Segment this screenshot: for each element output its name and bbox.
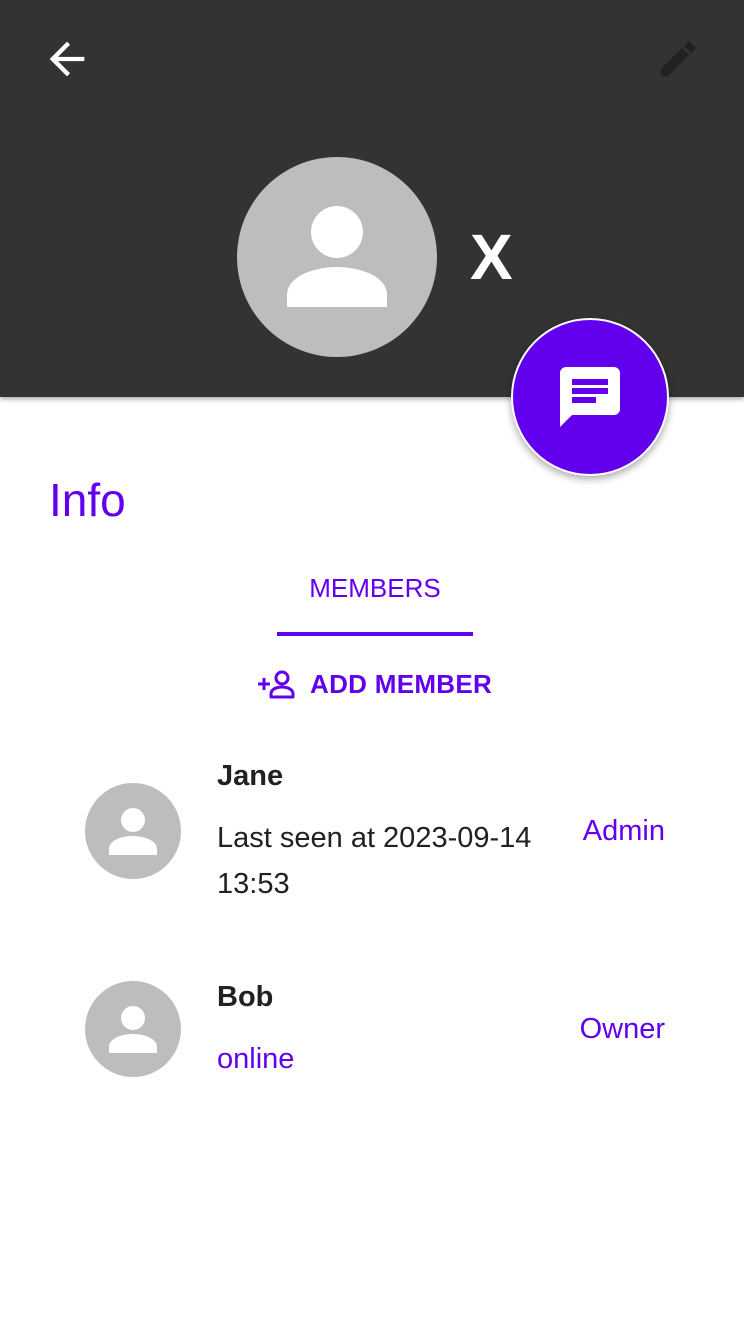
member-role: Admin bbox=[582, 815, 665, 847]
member-status: online bbox=[217, 1043, 295, 1075]
info-title: Info bbox=[49, 474, 126, 526]
add-member-label: ADD MEMBER bbox=[310, 668, 493, 699]
tab-members[interactable]: MEMBERS bbox=[277, 556, 473, 636]
chat-icon bbox=[560, 367, 620, 427]
chat-fab-button[interactable] bbox=[511, 318, 669, 476]
tab-members-label: MEMBERS bbox=[309, 573, 441, 603]
member-avatar bbox=[85, 783, 181, 879]
member-status: Last seen at 2023-09-14 13:53 bbox=[217, 822, 532, 900]
person-icon bbox=[109, 1006, 157, 1053]
edit-button[interactable] bbox=[646, 27, 710, 91]
pencil-icon bbox=[660, 41, 696, 77]
add-member-button[interactable]: ADD MEMBER bbox=[248, 658, 500, 710]
member-name: Jane bbox=[217, 760, 284, 792]
member-avatar bbox=[85, 981, 181, 1077]
group-name: X bbox=[470, 221, 513, 293]
member-name: Bob bbox=[217, 981, 274, 1013]
member-role: Owner bbox=[579, 1013, 665, 1045]
person-icon bbox=[109, 808, 157, 855]
tab-active-indicator bbox=[277, 632, 473, 636]
back-button[interactable] bbox=[35, 27, 99, 91]
arrow-back-icon bbox=[49, 41, 85, 77]
group-avatar bbox=[237, 157, 437, 357]
person-icon bbox=[287, 206, 387, 307]
add-person-icon bbox=[258, 670, 295, 699]
